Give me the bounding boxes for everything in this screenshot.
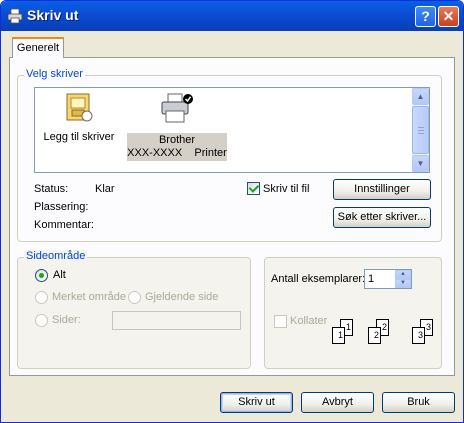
print-to-file-checkbox[interactable] (247, 182, 260, 195)
pages-input[interactable] (112, 311, 241, 330)
printer-icon (7, 8, 23, 24)
range-pages-radio[interactable] (35, 314, 48, 327)
range-selection-radio[interactable] (35, 291, 48, 304)
close-button[interactable]: ✕ (438, 6, 459, 27)
collate-page: 2 (368, 327, 381, 344)
window-title: Skriv ut (27, 7, 79, 23)
printer-name-line2: XXX-XXXX Printer (127, 147, 227, 159)
range-current-page-radio[interactable] (128, 291, 141, 304)
range-pages-label[interactable]: Sider: (52, 314, 81, 326)
collate-checkbox[interactable] (274, 315, 287, 328)
add-printer-icon (66, 93, 93, 122)
spin-down-icon[interactable]: ▼ (395, 279, 411, 288)
apply-button[interactable]: Bruk (382, 392, 455, 413)
tab-general[interactable]: Generelt (12, 37, 64, 58)
range-all-radio[interactable] (35, 269, 48, 282)
collate-illustration: 1 1 2 2 3 3 (332, 315, 436, 349)
comment-label: Kommentar: (34, 219, 94, 231)
select-printer-title: Velg skriver (24, 68, 85, 80)
print-dialog: Skriv ut ? ✕ Generelt Velg skriver Legg … (0, 0, 464, 423)
preferences-button[interactable]: Innstillinger (333, 179, 431, 200)
collate-page: 1 (332, 327, 345, 344)
scroll-up-icon[interactable]: ▲ (412, 88, 429, 105)
location-label: Plassering: (34, 201, 89, 213)
spin-up-icon[interactable]: ▲ (395, 270, 411, 279)
find-printer-button[interactable]: Søk etter skriver... (333, 207, 431, 228)
printer-name-line1: Brother (158, 134, 196, 146)
scroll-thumb[interactable] (412, 106, 429, 154)
collate-label[interactable]: Kollater (290, 315, 327, 327)
cancel-button[interactable]: Avbryt (301, 392, 374, 413)
status-value: Klar (95, 183, 115, 195)
page-range-title: Sideområde (24, 250, 88, 262)
title-bar[interactable]: Skriv ut ? ✕ (1, 1, 463, 31)
copies-label: Antall eksemplarer: (271, 273, 366, 285)
printer-item-brother[interactable]: Brother XXX-XXXX Printer (127, 92, 227, 161)
printer-list[interactable]: Legg til skriver Brother XXX-XXXX Printe… (34, 87, 430, 173)
printer-list-scrollbar[interactable]: ▲ ▼ (412, 88, 429, 172)
add-printer-item[interactable]: Legg til skriver (41, 92, 117, 144)
range-all-label[interactable]: Alt (53, 269, 66, 281)
copies-spinner[interactable]: ▲ ▼ (395, 270, 411, 288)
printer-label: Brother XXX-XXXX Printer (127, 133, 227, 161)
help-button[interactable]: ? (415, 6, 436, 27)
print-to-file-label[interactable]: Skriv til fil (263, 183, 309, 195)
add-printer-label: Legg til skriver (43, 131, 115, 143)
range-selection-label[interactable]: Merket område (52, 291, 126, 303)
scroll-down-icon[interactable]: ▼ (412, 155, 429, 172)
status-label: Status: (34, 183, 69, 195)
collate-page: 3 (412, 327, 425, 344)
print-button[interactable]: Skriv ut (220, 392, 293, 413)
printer-icon (161, 93, 193, 123)
range-current-page-label[interactable]: Gjeldende side (145, 291, 218, 303)
